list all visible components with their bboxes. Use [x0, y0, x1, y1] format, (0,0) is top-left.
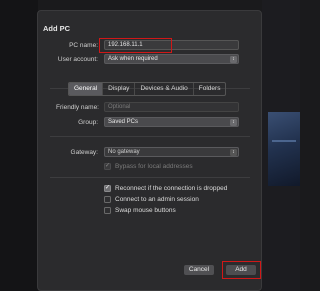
- tab-devices-audio[interactable]: Devices & Audio: [135, 83, 194, 95]
- user-account-value: Ask when required: [108, 56, 158, 62]
- group-label: Group:: [78, 119, 98, 126]
- up-down-chevron-icon: ↕: [230, 55, 237, 63]
- gateway-value: No gateway: [108, 149, 140, 155]
- background-window-left: [0, 0, 38, 291]
- section-divider: [50, 136, 250, 137]
- up-down-chevron-icon: ↕: [230, 118, 237, 126]
- pc-name-field[interactable]: 192.168.11.1: [104, 40, 239, 50]
- gateway-label: Gateway:: [70, 149, 98, 156]
- checkmark-icon: ✓: [104, 163, 111, 170]
- user-account-label: User account:: [57, 56, 98, 63]
- group-popup[interactable]: Saved PCs ↕: [104, 117, 239, 127]
- section-divider: [50, 177, 250, 178]
- checkbox-icon: [104, 196, 111, 203]
- cancel-button[interactable]: Cancel: [184, 265, 214, 275]
- user-account-popup[interactable]: Ask when required ↕: [104, 54, 239, 64]
- admin-session-label: Connect to an admin session: [115, 196, 199, 203]
- gateway-popup[interactable]: No gateway ↕: [104, 147, 239, 157]
- checkbox-icon: [104, 207, 111, 214]
- bypass-local-checkbox-row[interactable]: ✓ Bypass for local addresses: [104, 162, 193, 171]
- tab-general[interactable]: General: [69, 83, 104, 95]
- friendly-name-label: Friendly name:: [56, 104, 99, 111]
- friendly-name-field[interactable]: Optional: [104, 102, 239, 112]
- tab-folders[interactable]: Folders: [194, 83, 226, 95]
- bypass-local-label: Bypass for local addresses: [115, 163, 193, 170]
- up-down-chevron-icon: ↕: [230, 148, 237, 156]
- reconnect-label: Reconnect if the connection is dropped: [115, 185, 228, 192]
- add-button[interactable]: Add: [226, 265, 256, 275]
- swap-mouse-checkbox-row[interactable]: Swap mouse buttons: [104, 206, 176, 215]
- pc-name-label: PC name:: [69, 42, 98, 49]
- dialog-title: Add PC: [43, 24, 71, 33]
- desktop-wallpaper-thumbnail: [268, 112, 300, 186]
- tab-display[interactable]: Display: [103, 83, 136, 95]
- admin-session-checkbox-row[interactable]: Connect to an admin session: [104, 195, 199, 204]
- reconnect-checkbox-row[interactable]: ✓ Reconnect if the connection is dropped: [104, 184, 227, 193]
- background-window-right: [262, 0, 300, 291]
- swap-mouse-label: Swap mouse buttons: [115, 207, 176, 214]
- tab-bar: General Display Devices & Audio Folders: [68, 82, 227, 96]
- add-pc-dialog: Add PC PC name: 192.168.11.1 User accoun…: [37, 10, 262, 291]
- group-value: Saved PCs: [108, 119, 139, 125]
- checkmark-icon: ✓: [104, 185, 111, 192]
